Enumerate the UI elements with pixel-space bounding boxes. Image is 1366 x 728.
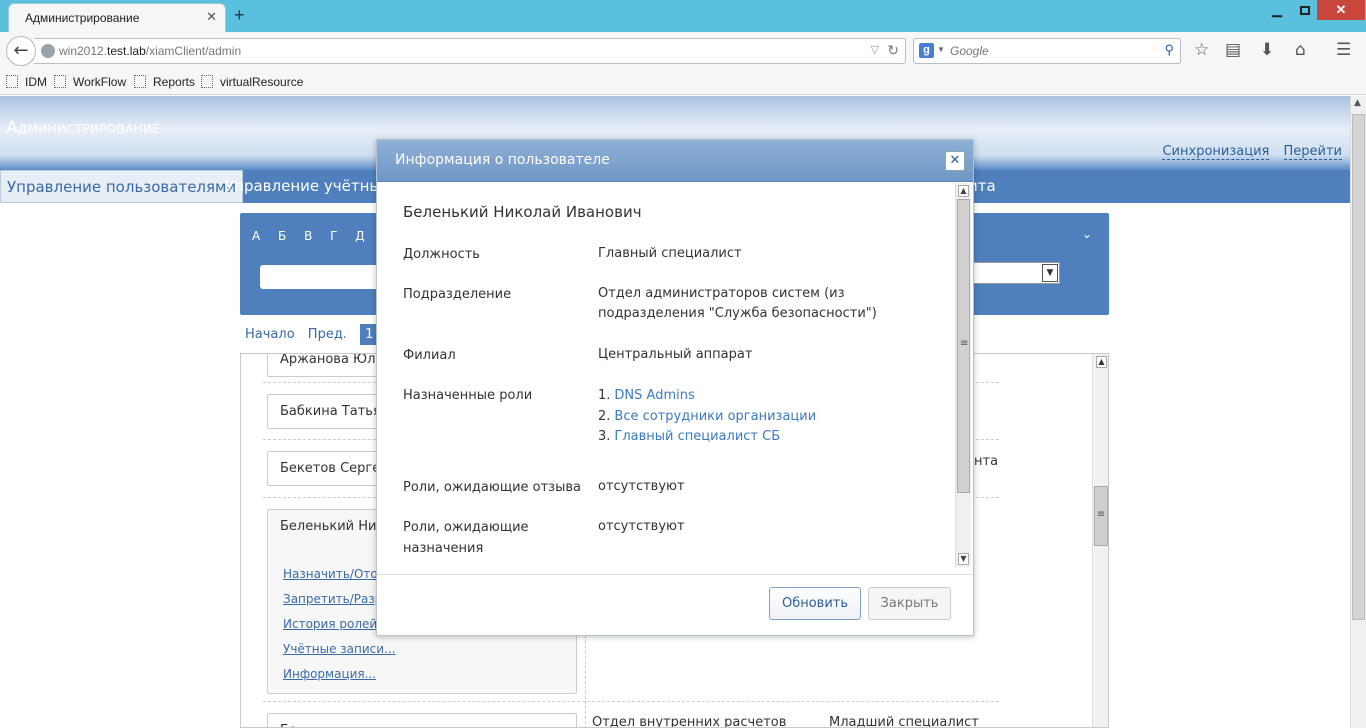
- search-bar[interactable]: g ▼ Google ⚲: [913, 38, 1181, 64]
- scroll-thumb[interactable]: ≡: [1094, 486, 1108, 546]
- folder-icon: [201, 75, 213, 88]
- app-title: Администрирование: [6, 118, 161, 138]
- download-icon[interactable]: ⬇: [1260, 40, 1274, 60]
- department-label: Подразделение: [403, 287, 512, 302]
- url-text: win2012.test.lab/xiamClient/admin: [59, 44, 242, 58]
- list-item: 3. Главный специалист СБ: [598, 429, 781, 444]
- menu-accounts[interactable]: Управление учётным: [219, 170, 399, 203]
- folder-icon: [54, 75, 66, 88]
- department-cell: Отдел внутренних расчетов: [592, 715, 787, 728]
- assigned-roles-label: Назначенные роли: [403, 388, 533, 403]
- list-item: 2. Все сотрудники организации: [598, 408, 817, 424]
- pending-assign-value: отсутствуют: [598, 519, 685, 534]
- info-link[interactable]: Информация...: [283, 662, 396, 687]
- reload-icon[interactable]: ↻: [887, 42, 899, 59]
- sync-link[interactable]: Синхронизация: [1162, 144, 1270, 160]
- accounts-link[interactable]: Учётные записи...: [283, 637, 396, 662]
- position-cell: Младший специалист: [829, 715, 979, 728]
- home-icon[interactable]: ⌂: [1295, 40, 1306, 60]
- pending-review-value: отсутствуют: [598, 479, 685, 494]
- scroll-up-icon[interactable]: ▲: [1096, 356, 1107, 368]
- scroll-thumb[interactable]: [1352, 114, 1365, 620]
- bookmark-idm[interactable]: IDM: [6, 75, 47, 89]
- pager-start[interactable]: Начало: [245, 327, 295, 342]
- browser-tab[interactable]: Администрирование ✕: [8, 3, 226, 32]
- menu-users[interactable]: Управление пользователями: [0, 170, 244, 203]
- browser-titlebar: Администрирование ✕ + ▁ ✕: [0, 0, 1366, 32]
- list-cell-text: нта: [974, 454, 999, 469]
- folder-icon: [6, 75, 18, 88]
- list-item: 1. DNS Admins: [598, 388, 695, 403]
- scroll-up-icon[interactable]: ▲: [1354, 98, 1361, 108]
- history-dropdown-icon[interactable]: ▽: [871, 43, 879, 56]
- branch-label: Филиал: [403, 348, 456, 363]
- page-scrollbar[interactable]: ▲: [1350, 96, 1366, 728]
- scroll-thumb[interactable]: ≡: [957, 199, 970, 493]
- menu-icon[interactable]: ☰: [1336, 40, 1351, 60]
- scroll-up-icon[interactable]: ▲: [958, 185, 969, 197]
- scroll-down-icon[interactable]: ▼: [958, 553, 969, 565]
- bookmark-virtualresource[interactable]: virtualResource: [201, 75, 303, 89]
- row-divider: [263, 701, 999, 702]
- bookmark-star-icon[interactable]: ☆: [1194, 40, 1209, 60]
- position-label: Должность: [403, 247, 480, 262]
- folder-icon: [134, 75, 146, 88]
- collapse-chevron-icon[interactable]: ⌄: [1082, 227, 1092, 241]
- goto-link[interactable]: Перейти: [1283, 144, 1342, 160]
- close-button[interactable]: Закрыть: [868, 587, 951, 620]
- role-link[interactable]: DNS Admins: [614, 388, 694, 403]
- back-button[interactable]: ←: [6, 36, 36, 66]
- search-icon[interactable]: ⚲: [1164, 42, 1174, 58]
- restore-icon[interactable]: [1291, 0, 1319, 20]
- dialog-title: Информация о пользователе: [395, 152, 610, 168]
- dialog-body: Беленький Николай Иванович Должность Гла…: [377, 183, 973, 573]
- dialog-header: Информация о пользователе ✕: [377, 140, 973, 182]
- pager-prev[interactable]: Пред.: [308, 327, 347, 342]
- header-links: Синхронизация Перейти: [1152, 144, 1342, 160]
- bookmark-reports[interactable]: Reports: [134, 75, 195, 89]
- new-tab-icon[interactable]: +: [234, 5, 245, 26]
- tab-close-icon[interactable]: ✕: [206, 9, 217, 25]
- dialog-scrollbar[interactable]: ▲ ≡ ▼: [955, 183, 971, 567]
- role-link[interactable]: Все сотрудники организации: [614, 409, 816, 424]
- close-icon[interactable]: ✕: [945, 151, 965, 171]
- position-value: Главный специалист: [598, 246, 742, 261]
- list-scrollbar[interactable]: ▲ ≡: [1092, 354, 1108, 727]
- pending-assign-label: Роли, ожидающие назначения: [403, 520, 529, 556]
- list-item-name: Беленький Ник: [280, 519, 385, 534]
- dialog-footer: Обновить Закрыть: [377, 574, 973, 636]
- role-link[interactable]: Главный специалист СБ: [614, 429, 780, 444]
- filter-select[interactable]: ▼: [970, 262, 1060, 284]
- user-info-dialog: Информация о пользователе ✕ Беленький Ни…: [376, 139, 974, 636]
- user-full-name: Беленький Николай Иванович: [403, 203, 642, 221]
- bookmark-workflow[interactable]: WorkFlow: [54, 75, 126, 89]
- department-value: Отдел администраторов систем (из подразд…: [598, 286, 877, 321]
- browser-navbar: win2012.test.lab/xiamClient/admin ▽ ↻ ← …: [0, 32, 1366, 70]
- refresh-button[interactable]: Обновить: [769, 587, 861, 620]
- tab-title: Администрирование: [25, 11, 140, 25]
- pending-review-label: Роли, ожидающие отзыва: [403, 480, 581, 495]
- assigned-roles-list: 1. DNS Admins 2. Все сотрудники организаци…: [598, 386, 816, 448]
- google-logo-icon: g: [919, 43, 934, 58]
- bookmarks-toolbar: IDM WorkFlow Reports virtualResource: [0, 70, 1366, 95]
- globe-icon: [41, 44, 55, 58]
- address-bar[interactable]: win2012.test.lab/xiamClient/admin ▽ ↻: [34, 38, 906, 64]
- bookmarks-list-icon[interactable]: ▤: [1225, 40, 1241, 60]
- minimize-icon[interactable]: ▁: [1263, 0, 1291, 20]
- chevron-down-icon: ▼: [1042, 264, 1058, 282]
- branch-value: Центральный аппарат: [598, 347, 753, 362]
- search-placeholder: Google: [950, 44, 989, 58]
- list-item[interactable]: Бе...: [267, 713, 577, 727]
- window-close-icon[interactable]: ✕: [1317, 0, 1365, 20]
- engine-dropdown-icon[interactable]: ▼: [937, 45, 945, 54]
